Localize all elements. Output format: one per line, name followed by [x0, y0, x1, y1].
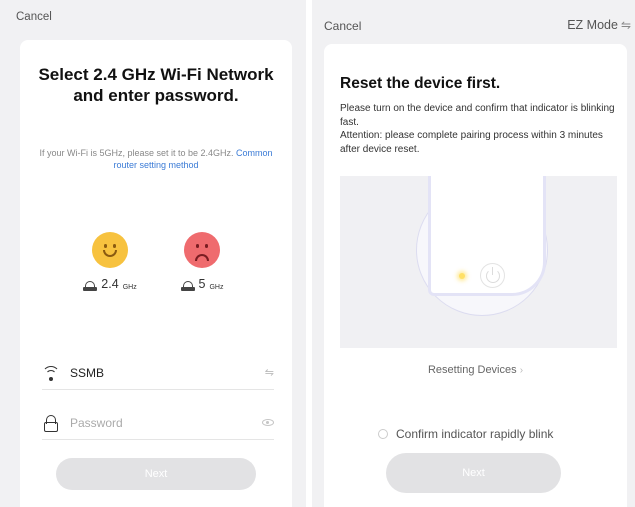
resetting-devices-label: Resetting Devices: [427, 364, 517, 376]
mode-label: EZ Mode: [567, 18, 618, 32]
password-field[interactable]: [42, 406, 274, 440]
power-icon: [480, 263, 505, 288]
lock-icon: [42, 414, 60, 432]
cancel-button[interactable]: Cancel: [324, 19, 361, 33]
ssid-field[interactable]: SSMB ⇋: [42, 356, 274, 390]
band-comparison: 2.4 GHz 5 GHz: [20, 232, 292, 302]
top-bar: Cancel: [0, 0, 306, 36]
wifi-card: Select 2.4 GHz Wi-Fi Network and enter p…: [20, 40, 292, 507]
confirm-blink-option[interactable]: Confirm indicator rapidly blink: [378, 427, 553, 441]
page-title: Reset the device first.: [340, 75, 501, 92]
eye-icon[interactable]: [258, 417, 274, 429]
band-5ghz-unit: GHz: [209, 284, 224, 291]
next-button[interactable]: Next: [386, 453, 561, 493]
instruction-text: Please turn on the device and confirm th…: [340, 103, 615, 128]
sad-face-icon: [184, 232, 220, 268]
resetting-devices-link[interactable]: Resetting Devices ›: [324, 364, 627, 376]
chevron-right-icon: ›: [519, 365, 524, 376]
cancel-button[interactable]: Cancel: [16, 11, 52, 23]
reset-card: Reset the device first. Please turn on t…: [324, 44, 627, 507]
router-icon: [180, 281, 195, 291]
confirm-label: Confirm indicator rapidly blink: [396, 427, 554, 441]
hint-text: If your Wi-Fi is 5GHz, please set it to …: [39, 148, 237, 158]
band-5ghz: 5 GHz: [167, 232, 237, 291]
confirm-radio[interactable]: [378, 429, 388, 439]
password-input[interactable]: [70, 415, 258, 430]
switch-icon[interactable]: ⇋: [258, 366, 274, 379]
happy-face-icon: [92, 232, 128, 268]
top-bar: Cancel EZ Mode ⇋: [312, 0, 635, 36]
band-2-4ghz: 2.4 GHz: [75, 232, 145, 291]
mode-switch[interactable]: EZ Mode ⇋: [567, 18, 631, 32]
next-button[interactable]: Next: [56, 458, 256, 490]
band-5ghz-label: 5 GHz: [167, 277, 237, 291]
reset-device-screen: Cancel EZ Mode ⇋ Reset the device first.…: [312, 0, 635, 507]
router-icon: [83, 281, 98, 291]
band-5ghz-value: 5: [198, 277, 206, 291]
frequency-hint: If your Wi-Fi is 5GHz, please set it to …: [34, 147, 278, 171]
page-title: Select 2.4 GHz Wi-Fi Network and enter p…: [38, 65, 274, 105]
ssid-value[interactable]: SSMB: [70, 366, 258, 380]
switch-icon: ⇋: [620, 18, 631, 32]
band-2-4ghz-value: 2.4: [101, 277, 119, 291]
band-2-4ghz-unit: GHz: [122, 284, 137, 291]
band-2-4ghz-label: 2.4 GHz: [75, 277, 145, 291]
wifi-setup-screen: Cancel Select 2.4 GHz Wi-Fi Network and …: [0, 0, 306, 507]
wifi-icon: [42, 364, 60, 382]
indicator-light-icon: [459, 273, 465, 279]
instructions: Please turn on the device and confirm th…: [340, 102, 615, 156]
attention-text: Attention: please complete pairing proce…: [340, 130, 603, 155]
device-illustration: [340, 176, 617, 348]
